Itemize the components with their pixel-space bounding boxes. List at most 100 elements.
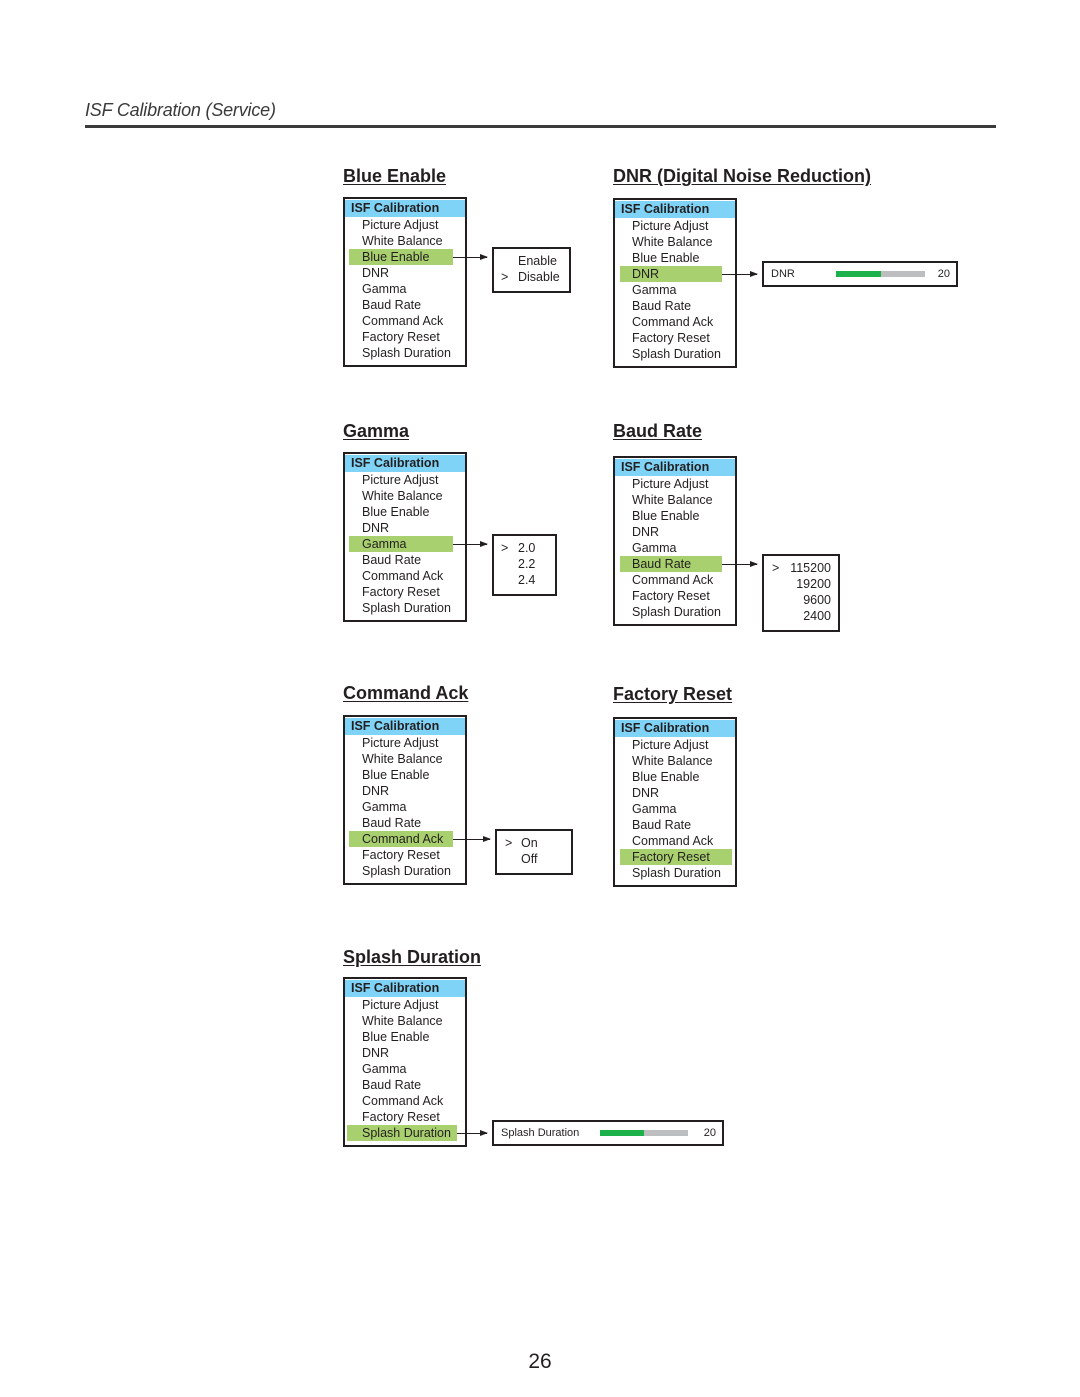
submenu-option-label: 2400 — [803, 609, 831, 623]
slider-track[interactable] — [600, 1130, 688, 1136]
menu-item-splash-duration[interactable]: Splash Duration — [615, 604, 735, 620]
section-heading-splash-duration: Splash Duration — [343, 947, 482, 967]
menu-item-blue-enable[interactable]: Blue Enable — [615, 250, 735, 266]
menu-item-blue-enable[interactable]: Blue Enable — [345, 504, 465, 520]
menu-item-command-ack[interactable]: Command Ack — [345, 568, 465, 584]
menu-item-blue-enable[interactable]: Blue Enable — [345, 1029, 465, 1045]
menu-item-baud-rate[interactable]: Baud Rate — [615, 817, 735, 833]
menu-item-factory-reset[interactable]: Factory Reset — [345, 847, 465, 863]
menu-item-baud-rate[interactable]: Baud Rate — [345, 552, 465, 568]
menu-item-gamma[interactable]: Gamma — [615, 801, 735, 817]
menu-item-gamma[interactable]: Gamma — [615, 282, 735, 298]
menu-item-gamma[interactable]: Gamma — [345, 281, 465, 297]
slider-value: 20 — [703, 1127, 716, 1139]
menu-item-label: Factory Reset — [362, 330, 440, 344]
menu-item-label: Splash Duration — [362, 864, 451, 878]
menu-item-picture-adjust[interactable]: Picture Adjust — [345, 735, 465, 751]
submenu-option-2-4[interactable]: 2.4 — [494, 572, 555, 588]
menu-item-picture-adjust[interactable]: Picture Adjust — [345, 217, 465, 233]
menu-item-splash-duration[interactable]: Splash Duration — [345, 600, 465, 616]
menu-item-label: Picture Adjust — [362, 998, 439, 1012]
menu-item-label: Command Ack — [632, 573, 714, 587]
submenu-option-2-2[interactable]: 2.2 — [494, 556, 555, 572]
menu-item-label: Picture Adjust — [362, 473, 439, 487]
menu-item-gamma[interactable]: Gamma — [345, 799, 465, 815]
menu-item-splash-duration[interactable]: Splash Duration — [615, 865, 735, 881]
menu-item-picture-adjust[interactable]: Picture Adjust — [615, 218, 735, 234]
submenu-option-115200[interactable]: >115200 — [764, 560, 838, 576]
menu-item-dnr[interactable]: DNR — [345, 783, 465, 799]
menu-item-label: Picture Adjust — [632, 738, 709, 752]
menu-item-dnr[interactable]: DNR — [345, 265, 465, 281]
menu-item-baud-rate[interactable]: Baud Rate — [345, 1077, 465, 1093]
menu-item-label: Command Ack — [362, 314, 444, 328]
menu-item-splash-duration[interactable]: Splash Duration — [615, 346, 735, 362]
menu-item-picture-adjust[interactable]: Picture Adjust — [615, 737, 735, 753]
menu-item-label: Factory Reset — [362, 585, 440, 599]
menu-item-white-balance[interactable]: White Balance — [345, 488, 465, 504]
section-heading-command-ack: Command Ack — [343, 683, 469, 703]
menu-item-white-balance[interactable]: White Balance — [345, 1013, 465, 1029]
menu-item-baud-rate[interactable]: Baud Rate — [615, 556, 735, 572]
menu-item-label: DNR — [362, 784, 390, 798]
menu-item-factory-reset[interactable]: Factory Reset — [615, 330, 735, 346]
menu-item-white-balance[interactable]: White Balance — [615, 234, 735, 250]
menu-item-command-ack[interactable]: Command Ack — [615, 572, 735, 588]
menu-item-label: Command Ack — [632, 315, 714, 329]
submenu-command-ack: > On Off — [495, 829, 573, 875]
menu-item-blue-enable[interactable]: Blue Enable — [615, 508, 735, 524]
menu-item-command-ack[interactable]: Command Ack — [345, 1093, 465, 1109]
menu-item-dnr[interactable]: DNR — [615, 785, 735, 801]
menu-item-gamma[interactable]: Gamma — [615, 540, 735, 556]
menu-item-baud-rate[interactable]: Baud Rate — [345, 815, 465, 831]
submenu-option-9600[interactable]: 9600 — [764, 592, 838, 608]
menu-item-gamma[interactable]: Gamma — [345, 1061, 465, 1077]
menu-item-command-ack[interactable]: Command Ack — [345, 313, 465, 329]
menu-item-white-balance[interactable]: White Balance — [345, 751, 465, 767]
menu-item-command-ack[interactable]: Command Ack — [615, 314, 735, 330]
submenu-option-19200[interactable]: 19200 — [764, 576, 838, 592]
menu-item-blue-enable[interactable]: Blue Enable — [345, 767, 465, 783]
menu-item-baud-rate[interactable]: Baud Rate — [615, 298, 735, 314]
menu-item-factory-reset[interactable]: Factory Reset — [345, 329, 465, 345]
menu-item-factory-reset[interactable]: Factory Reset — [615, 849, 735, 865]
submenu-option-off[interactable]: Off — [497, 851, 571, 867]
menu-item-baud-rate[interactable]: Baud Rate — [345, 297, 465, 313]
menu-item-factory-reset[interactable]: Factory Reset — [615, 588, 735, 604]
submenu-option-2-0[interactable]: >2.0 — [494, 540, 555, 556]
menu-item-picture-adjust[interactable]: Picture Adjust — [345, 997, 465, 1013]
menu-item-command-ack[interactable]: Command Ack — [345, 831, 465, 847]
menu-item-splash-duration[interactable]: Splash Duration — [345, 345, 465, 361]
menu-item-blue-enable[interactable]: Blue Enable — [345, 249, 465, 265]
menu-item-white-balance[interactable]: White Balance — [615, 753, 735, 769]
submenu-option-label: 9600 — [803, 593, 831, 607]
menu-item-dnr[interactable]: DNR — [615, 266, 735, 282]
menu-item-factory-reset[interactable]: Factory Reset — [345, 584, 465, 600]
slider-track[interactable] — [836, 271, 925, 277]
menu-item-splash-duration[interactable]: Splash Duration — [345, 1125, 465, 1141]
menu-item-label: Baud Rate — [632, 557, 692, 571]
menu-item-splash-duration[interactable]: Splash Duration — [345, 863, 465, 879]
menu-item-dnr[interactable]: DNR — [345, 1045, 465, 1061]
menu-item-picture-adjust[interactable]: Picture Adjust — [345, 472, 465, 488]
submenu-blue-enable: Enable > Disable — [492, 247, 571, 293]
menu-item-label: Factory Reset — [632, 331, 710, 345]
submenu-option-2400[interactable]: 2400 — [764, 608, 838, 624]
menu-item-label: Splash Duration — [632, 605, 721, 619]
submenu-option-enable[interactable]: Enable — [494, 253, 569, 269]
menu-item-white-balance[interactable]: White Balance — [615, 492, 735, 508]
submenu-option-on[interactable]: > On — [497, 835, 571, 851]
arrow-connector-icon — [453, 836, 491, 842]
menu-item-blue-enable[interactable]: Blue Enable — [615, 769, 735, 785]
menu-item-dnr[interactable]: DNR — [615, 524, 735, 540]
menu-item-command-ack[interactable]: Command Ack — [615, 833, 735, 849]
menu-item-factory-reset[interactable]: Factory Reset — [345, 1109, 465, 1125]
menu-header: ISF Calibration — [615, 459, 735, 476]
slider-dnr: DNR 20 — [762, 261, 958, 287]
submenu-option-disable[interactable]: > Disable — [494, 269, 569, 285]
menu-item-label: Gamma — [632, 541, 677, 555]
menu-item-gamma[interactable]: Gamma — [345, 536, 465, 552]
menu-item-picture-adjust[interactable]: Picture Adjust — [615, 476, 735, 492]
menu-item-white-balance[interactable]: White Balance — [345, 233, 465, 249]
menu-item-dnr[interactable]: DNR — [345, 520, 465, 536]
